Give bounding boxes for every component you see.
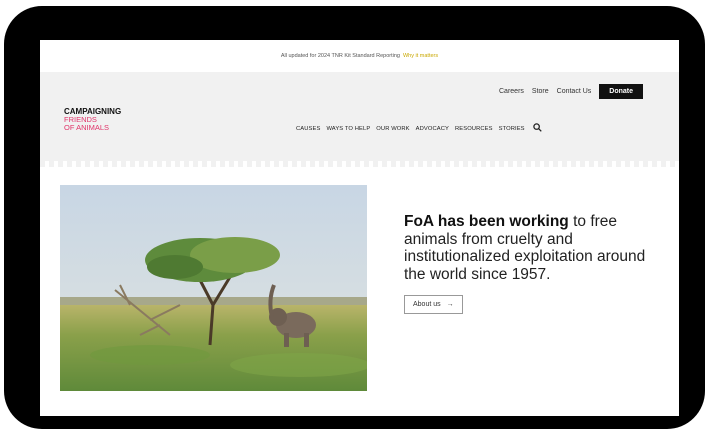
utility-link-store[interactable]: Store — [532, 88, 549, 95]
browser-viewport: All updated for 2024 TNR Kit Standard Re… — [40, 40, 679, 416]
utility-link-careers[interactable]: Careers — [499, 88, 524, 95]
donate-button[interactable]: Donate — [599, 84, 643, 99]
arrow-right-icon: → — [446, 301, 454, 308]
banner-text: All updated for 2024 TNR Kit Standard Re… — [280, 53, 400, 59]
nav-item-advocacy[interactable]: ADVOCACY — [416, 126, 449, 132]
banner-link[interactable]: Why it matters — [403, 53, 438, 59]
about-us-button[interactable]: About us → — [404, 295, 463, 314]
utility-link-contact[interactable]: Contact Us — [557, 88, 592, 95]
hero-headline: FoA has been working to free animals fro… — [404, 213, 654, 283]
site-logo[interactable]: CAMPAIGNING FRIENDS OF ANIMALS — [64, 108, 121, 132]
site-header: Careers Store Contact Us Donate CAMPAIGN… — [40, 72, 679, 167]
announcement-banner: All updated for 2024 TNR Kit Standard Re… — [40, 40, 679, 72]
search-icon[interactable] — [532, 123, 542, 134]
logo-line-3: OF ANIMALS — [64, 123, 110, 132]
hero-text: FoA has been working to free animals fro… — [404, 213, 654, 314]
utility-nav: Careers Store Contact Us Donate — [499, 84, 643, 99]
nav-item-resources[interactable]: RESOURCES — [455, 126, 493, 132]
nav-item-stories[interactable]: STORIES — [499, 126, 525, 132]
nav-item-causes[interactable]: CAUSES — [296, 126, 320, 132]
main-nav: CAUSES WAYS TO HELP OUR WORK ADVOCACY RE… — [296, 123, 542, 134]
about-us-label: About us — [413, 301, 441, 308]
hero-photo-elephant-tree — [60, 185, 367, 391]
device-frame: All updated for 2024 TNR Kit Standard Re… — [4, 6, 705, 429]
nav-item-our-work[interactable]: OUR WORK — [376, 126, 409, 132]
nav-item-ways-to-help[interactable]: WAYS TO HELP — [326, 126, 370, 132]
hero-headline-bold: FoA has been working — [404, 213, 569, 230]
